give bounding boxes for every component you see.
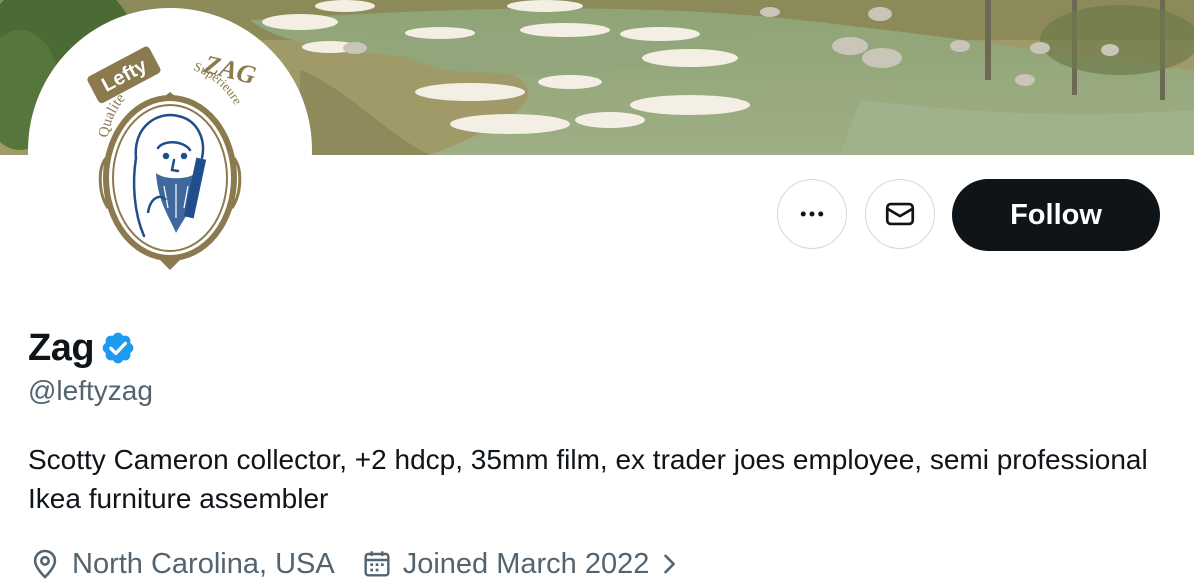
location-text: North Carolina, USA xyxy=(72,547,335,580)
calendar-icon xyxy=(364,551,390,577)
profile-bio: Scotty Cameron collector, +2 hdcp, 35mm … xyxy=(28,444,1148,514)
follow-button[interactable]: Follow xyxy=(952,179,1160,251)
logo-zag-text: ZAG xyxy=(200,49,259,90)
display-name: Zag xyxy=(28,326,95,369)
location-pin-icon xyxy=(33,549,57,579)
envelope-icon xyxy=(885,202,915,226)
more-options-button[interactable] xyxy=(777,179,847,249)
profile-header: Qualite Superieure Lefty ZAG Follow Zag … xyxy=(0,0,1194,588)
lefty-zag-logo: Qualite Superieure Lefty ZAG xyxy=(87,46,259,270)
joined-text: Joined March 2022 xyxy=(402,547,650,580)
logo-lefty-badge: Lefty xyxy=(87,46,161,104)
location-item: North Carolina, USA xyxy=(28,547,335,581)
profile-avatar[interactable]: Qualite Superieure Lefty ZAG xyxy=(28,8,312,292)
joined-item[interactable]: Joined March 2022 xyxy=(361,548,684,581)
verified-badge-icon[interactable] xyxy=(100,330,136,366)
chevron-right-icon xyxy=(664,554,676,574)
profile-meta: North Carolina, USA Joined March 2022 xyxy=(28,544,683,584)
user-handle: @leftyzag xyxy=(28,375,153,406)
more-horizontal-icon xyxy=(800,211,824,217)
message-button[interactable] xyxy=(865,179,935,249)
display-name-row: Zag xyxy=(28,322,136,374)
